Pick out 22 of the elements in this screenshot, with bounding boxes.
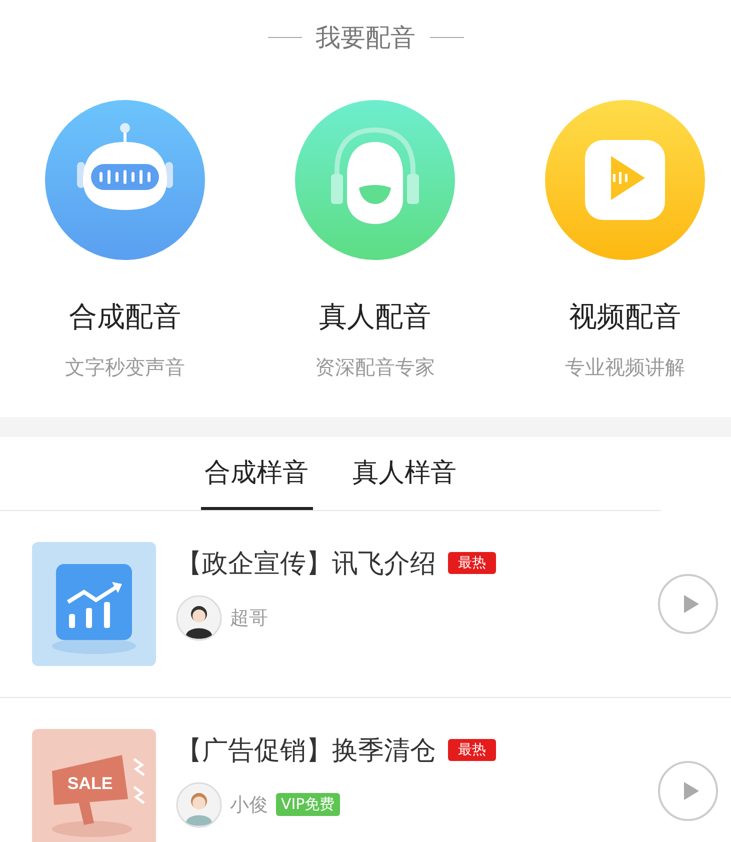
- service-subtitle: 文字秒变声音: [65, 354, 185, 381]
- vip-tag: VIP免费: [276, 793, 340, 816]
- tab[interactable]: 合成样音: [200, 437, 312, 510]
- service-subtitle: 资深配音专家: [315, 354, 435, 381]
- sample-title: 【政企宣传】讯飞介绍: [176, 548, 436, 580]
- hot-badge: 最热: [448, 552, 496, 574]
- tab[interactable]: 真人样音: [348, 437, 460, 510]
- avatar-icon: [176, 782, 222, 828]
- headset-icon[interactable]: [295, 100, 455, 260]
- section-title: 我要配音: [316, 22, 416, 54]
- voice-name: 超哥: [230, 606, 268, 630]
- service-title: 视频配音: [569, 299, 681, 335]
- service-subtitle: 专业视频讲解: [565, 354, 685, 381]
- service-title: 真人配音: [319, 299, 431, 335]
- sale-label: SALE: [67, 774, 113, 793]
- avatar-icon: [176, 594, 222, 640]
- play-icon[interactable]: [545, 100, 705, 260]
- sample-title: 【广告促销】换季清仓: [176, 734, 436, 768]
- service-title: 合成配音: [69, 299, 181, 335]
- robot-icon[interactable]: [45, 100, 205, 260]
- hot-badge: 最热: [448, 739, 496, 761]
- voice-name: 小俊: [230, 792, 268, 818]
